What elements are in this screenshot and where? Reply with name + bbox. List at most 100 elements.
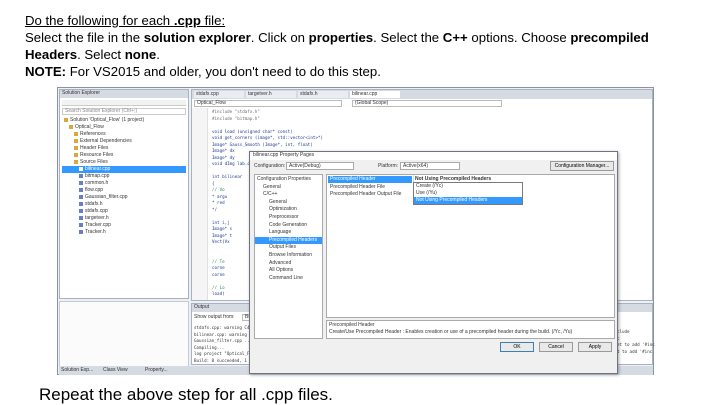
instruction-text: .	[156, 47, 160, 62]
solution-tree-label: targetver.h	[85, 215, 109, 221]
property-pages-dialog: bilinear.cpp Property Pages Configuratio…	[249, 151, 618, 374]
line-number-gutter	[192, 108, 208, 300]
code-line: corne	[212, 265, 225, 270]
solution-tree-item[interactable]: Tracker.h	[62, 229, 186, 236]
configuration-dropdown[interactable]: Active(Debug)	[286, 162, 354, 170]
scope-dropdown[interactable]: Optical_Flow	[194, 100, 342, 107]
solution-tree-item[interactable]: Tracker.cpp	[62, 222, 186, 229]
property-tree-item[interactable]: Preprocessor	[255, 214, 322, 221]
instruction-text: options. Choose	[467, 30, 571, 45]
bottom-tab[interactable]: Property...	[145, 367, 185, 374]
code-line: Vect(Vx	[212, 239, 230, 244]
file-icon	[74, 138, 78, 143]
property-tree-item[interactable]: Command Line	[255, 275, 322, 282]
member-dropdown[interactable]: (Global Scope)	[352, 100, 502, 107]
code-line: #include "bitmap.h"	[212, 115, 260, 121]
solution-tree-label: Gaussian_filter.cpp	[85, 194, 128, 200]
code-line: */	[212, 206, 218, 212]
solution-explorer-panel: Solution Explorer Search Solution Explor…	[59, 89, 189, 299]
cancel-button[interactable]: Cancel	[539, 342, 573, 352]
solution-tree-label: stdafx.h	[85, 201, 103, 207]
bottom-tab[interactable]: Solution Exp...	[61, 367, 101, 374]
property-grid: Precompiled Header Not Using Precompiled …	[326, 174, 615, 318]
property-name: Precompiled Header Output File	[330, 191, 402, 197]
editor-tab[interactable]: bilinear.cpp	[350, 91, 400, 98]
property-tree-item[interactable]: Optimization	[255, 206, 322, 213]
solution-tree-item[interactable]: bilinear.cpp	[62, 166, 186, 173]
solution-tree-item[interactable]: flow.cpp	[62, 187, 186, 194]
solution-tree-item[interactable]: common.h	[62, 180, 186, 187]
precompiled-header-options[interactable]: Create (/Yc) Use (/Yu) Not Using Precompil…	[413, 182, 523, 205]
property-tree-item[interactable]: Precompiled Headers	[255, 236, 322, 244]
solution-explorer-toolbar	[62, 100, 186, 106]
property-tree-item[interactable]: Code Generation	[255, 222, 322, 229]
platform-dropdown[interactable]: Active(x64)	[400, 162, 460, 170]
slide: Do the following for each .cpp file: Sel…	[0, 0, 720, 405]
property-tree-item[interactable]: Language	[255, 229, 322, 236]
code-line: Image* s	[212, 226, 233, 231]
output-line: Gaussian_filter.cpp ...	[194, 338, 252, 343]
solution-tree-item[interactable]: stdafx.cpp	[62, 208, 186, 215]
file-icon	[79, 166, 83, 171]
solution-tree-item[interactable]: Optical_Flow	[62, 124, 186, 131]
property-name: Precompiled Header File	[330, 183, 386, 190]
file-icon	[79, 187, 83, 192]
solution-tree-item[interactable]: Solution 'Optical_Flow' (1 project)	[62, 117, 186, 124]
solution-tree-label: Optical_Flow	[75, 124, 104, 130]
file-icon	[79, 173, 83, 178]
solution-tree-item[interactable]: External Dependencies	[62, 138, 186, 145]
description-text: Create/Use Precompiled Header : Enables …	[329, 329, 573, 335]
solution-tree-label: Tracker.h	[85, 229, 106, 235]
solution-tree-label: stdafx.cpp	[85, 208, 108, 214]
solution-tree-label: Source Files	[80, 159, 108, 165]
editor-tab[interactable]: stdafx.h	[298, 91, 348, 98]
instruction-text: Select the file in the	[25, 30, 144, 45]
dropdown-option[interactable]: Use (/Yu)	[414, 190, 522, 197]
solution-tree-label: References	[80, 131, 106, 137]
solution-tree-item[interactable]: Header Files	[62, 145, 186, 152]
solution-explorer-scroll-area	[59, 301, 189, 374]
output-line: Compiling...	[194, 344, 225, 350]
description-title: Precompiled Header	[329, 322, 375, 328]
solution-tree-item[interactable]: References	[62, 131, 186, 138]
property-tree-item[interactable]: Configuration Properties	[255, 176, 322, 183]
file-icon	[74, 145, 78, 150]
solution-tree-item[interactable]: targetver.h	[62, 215, 186, 222]
instruction-bold: solution explorer	[143, 30, 251, 45]
code-line: // Te	[212, 258, 225, 264]
property-tree-item[interactable]: Output Files	[255, 244, 322, 251]
bottom-tab[interactable]: Class View	[103, 367, 143, 374]
dialog-title: bilinear.cpp Property Pages	[250, 152, 617, 160]
property-tree-item[interactable]: C/C++	[255, 191, 322, 198]
note-label: NOTE:	[25, 64, 67, 79]
file-icon	[69, 124, 73, 129]
property-tree-item[interactable]: General	[255, 184, 322, 191]
instruction-line-3: Headers. Select none.	[25, 47, 160, 64]
dropdown-option[interactable]: Not Using Precompiled Headers	[414, 197, 522, 204]
code-line: void load (unsigned char* const)	[212, 128, 293, 134]
ok-button[interactable]: OK	[500, 342, 534, 352]
editor-tab[interactable]: targetver.h	[246, 91, 296, 98]
property-tree-item[interactable]: General	[255, 199, 322, 206]
dropdown-option[interactable]: Create (/Yc)	[414, 183, 522, 190]
editor-tab[interactable]: stdafx.cpp	[194, 91, 244, 98]
solution-tree-label: Tracker.cpp	[85, 222, 111, 228]
solution-tree-item[interactable]: Gaussian_filter.cpp	[62, 194, 186, 201]
solution-search-input[interactable]: Search Solution Explorer (Ctrl+;)	[62, 108, 186, 115]
instruction-text: . Click on	[250, 30, 309, 45]
configuration-manager-button[interactable]: Configuration Manager...	[550, 161, 614, 171]
solution-tree-item[interactable]: bitmap.cpp	[62, 173, 186, 180]
instruction-text: For VS2015 and older, you don't need to …	[66, 64, 381, 79]
solution-tree-item[interactable]: Source Files	[62, 159, 186, 166]
file-icon	[74, 159, 78, 164]
property-tree-item[interactable]: Advanced	[255, 260, 322, 267]
property-tree-item[interactable]: All Options	[255, 267, 322, 274]
instruction-text: . Select	[77, 47, 125, 62]
solution-tree-item[interactable]: stdafx.h	[62, 201, 186, 208]
solution-tree-label: External Dependencies	[80, 138, 132, 144]
apply-button[interactable]: Apply	[578, 342, 612, 352]
property-tree-item[interactable]: Browse Information	[255, 252, 322, 259]
solution-tree-item[interactable]: Resource Files	[62, 152, 186, 159]
instruction-line-2: Select the file in the solution explorer…	[25, 30, 649, 47]
solution-tree: Solution 'Optical_Flow' (1 project) Optic…	[62, 117, 186, 296]
